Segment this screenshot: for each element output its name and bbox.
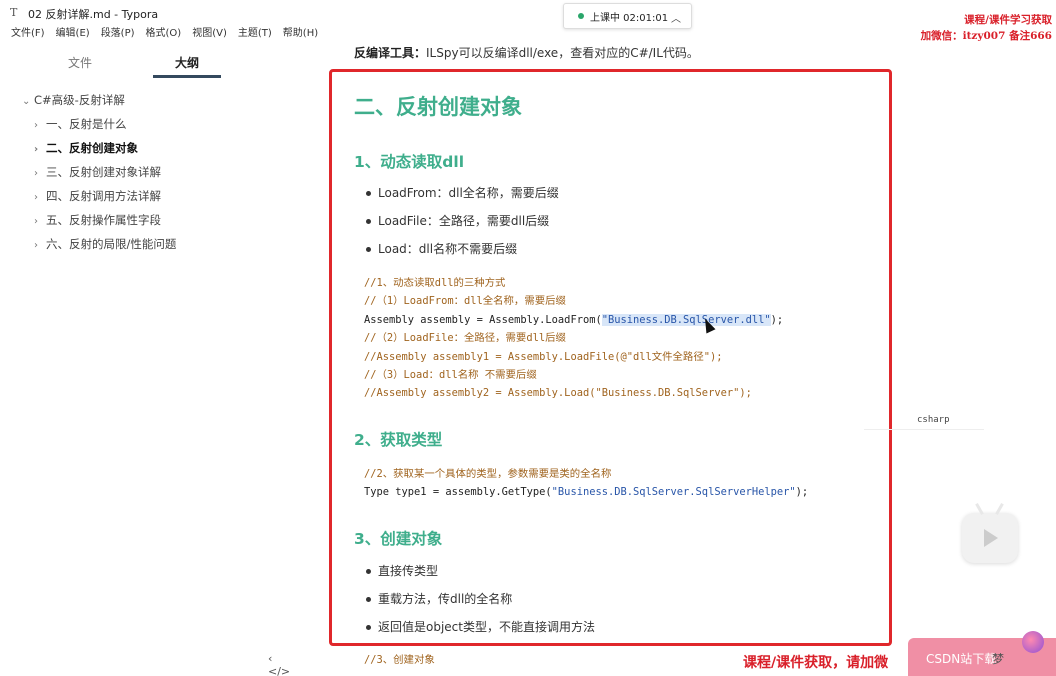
csdn-tail-text: 梦: [992, 652, 1005, 666]
typora-app-icon: T: [10, 6, 18, 19]
bilibili-ear-left: [975, 503, 984, 515]
code-comment: //3、创建对象: [364, 654, 435, 666]
code-comment: //1、动态读取dll的三种方式: [364, 277, 506, 289]
menu-format[interactable]: 格式(O): [146, 26, 182, 44]
code-line: Assembly assembly = Assembly.LoadFrom(: [364, 313, 602, 326]
chevron-right-icon[interactable]: ›: [34, 190, 46, 206]
window-title: 02 反射详解.md - Typora: [28, 8, 159, 21]
code-comment: //（1）LoadFrom：dll全名称，需要后缀: [364, 295, 566, 308]
code-string: "Business.DB.SqlServer.SqlServerHelper": [551, 486, 796, 499]
bilibili-play-widget[interactable]: [962, 503, 1018, 563]
code-comment: //（3）Load：dll名称 不需要后缀: [364, 369, 537, 382]
menu-edit[interactable]: 编辑(E): [56, 26, 90, 44]
outline-item-5[interactable]: › 五、反射操作属性字段: [22, 212, 176, 236]
active-tab-underline: [153, 75, 221, 78]
menu-view[interactable]: 视图(V): [192, 26, 227, 44]
outline-item-1[interactable]: › 一、反射是什么: [22, 116, 176, 140]
sidebar-tabs: 文件 大纲: [0, 46, 300, 78]
chevron-up-icon[interactable]: ︿: [671, 10, 681, 25]
outline-item-root[interactable]: ⌄ C#高级-反射详解: [22, 92, 176, 116]
list-item: 重载方法，传dll的全名称: [366, 591, 595, 619]
code-line: );: [770, 313, 784, 326]
code-lang-divider: [864, 429, 984, 430]
outline-item-label: 二、反射创建对象: [46, 141, 138, 155]
outline-tree: ⌄ C#高级-反射详解 › 一、反射是什么 › 二、反射创建对象 › 三、反射创建对象详…: [22, 92, 176, 260]
outline-item-label: 五、反射操作属性字段: [46, 213, 161, 227]
csdn-download-text[interactable]: CSDN站下载: [926, 650, 996, 667]
list-item: LoadFile：全路径，需要dll后缀: [366, 213, 559, 241]
code-line: Type type1 = assembly.GetType(: [364, 486, 552, 499]
chevron-right-icon[interactable]: ›: [34, 238, 46, 254]
tab-files[interactable]: 文件: [68, 54, 92, 71]
heading-load-dll: 1、动态读取dll: [354, 153, 465, 171]
code-language-label[interactable]: csharp: [917, 415, 950, 425]
intro-paragraph: 反编译工具：ILSpy可以反编译dll/exe，查看对应的C#/IL代码。: [354, 44, 699, 61]
collapse-sidebar-icon[interactable]: ‹: [268, 652, 272, 665]
chevron-right-icon[interactable]: ›: [34, 118, 46, 134]
chevron-right-icon[interactable]: ›: [34, 214, 46, 230]
outline-item-label: 三、反射创建对象详解: [46, 165, 161, 179]
chevron-right-icon[interactable]: ›: [34, 142, 46, 158]
chevron-down-icon[interactable]: ⌄: [22, 94, 34, 110]
menu-paragraph[interactable]: 段落(P): [101, 26, 135, 44]
brain-icon[interactable]: [1022, 631, 1044, 653]
code-comment: //2、获取某一个具体的类型，参数需要是类的全名称: [364, 468, 612, 480]
heading-get-type: 2、获取类型: [354, 431, 443, 449]
list-item: Load：dll名称不需要后缀: [366, 241, 559, 269]
bilibili-ear-right: [995, 503, 1004, 515]
menu-file[interactable]: 文件(F): [11, 26, 45, 44]
code-string: "Business.DB.SqlServer.dll": [601, 313, 771, 326]
live-indicator-dot: [578, 13, 584, 19]
watermark-line-1: 课程/课件学习获取: [964, 14, 1052, 26]
chevron-right-icon[interactable]: ›: [34, 166, 46, 182]
code-block-create[interactable]: //3、创建对象: [364, 651, 435, 669]
title-bar: T 02 反射详解.md - Typora: [0, 0, 1056, 26]
tab-outline[interactable]: 大纲: [175, 54, 199, 71]
menu-theme[interactable]: 主题(T): [238, 26, 272, 44]
section-heading-h2: 二、反射创建对象: [354, 95, 522, 119]
list-item: 直接传类型: [366, 563, 595, 591]
play-icon[interactable]: [984, 529, 998, 547]
live-status-text: 上课中 02:01:01: [590, 12, 669, 24]
menu-help[interactable]: 帮助(H): [283, 26, 318, 44]
outline-item-6[interactable]: › 六、反射的局限/性能问题: [22, 236, 176, 260]
outline-item-label: 一、反射是什么: [46, 117, 127, 131]
outline-item-4[interactable]: › 四、反射调用方法详解: [22, 188, 176, 212]
outline-item-label: 四、反射调用方法详解: [46, 189, 161, 203]
heading-create-object: 3、创建对象: [354, 530, 443, 548]
code-comment: //（2）LoadFile：全路径，需要dll后缀: [364, 332, 566, 345]
list-item: 返回值是object类型，不能直接调用方法: [366, 619, 595, 647]
watermark-bottom: 课程/课件获取，请加微: [743, 655, 889, 671]
outline-item-label: C#高级-反射详解: [34, 93, 125, 107]
outline-item-2-active[interactable]: › 二、反射创建对象: [22, 140, 176, 164]
menu-bar: 文件(F) 编辑(E) 段落(P) 格式(O) 视图(V) 主题(T) 帮助(H…: [0, 26, 329, 44]
code-block-load[interactable]: //1、动态读取dll的三种方式 //（1）LoadFrom：dll全名称，需要…: [364, 274, 783, 403]
code-line: );: [795, 486, 809, 499]
code-block-get-type[interactable]: //2、获取某一个具体的类型，参数需要是类的全名称 Type type1 = a…: [364, 465, 808, 502]
bullet-list-load: LoadFrom：dll全名称，需要后缀 LoadFile：全路径，需要dll后…: [366, 185, 559, 269]
code-comment: //Assembly assembly1 = Assembly.LoadFile…: [364, 350, 723, 363]
live-class-status[interactable]: 上课中 02:01:01 ︿: [563, 3, 692, 29]
code-comment: //Assembly assembly2 = Assembly.Load("Bu…: [364, 387, 752, 400]
bullet-list-create: 直接传类型 重载方法，传dll的全名称 返回值是object类型，不能直接调用方…: [366, 563, 595, 647]
outline-item-label: 六、反射的局限/性能问题: [46, 237, 177, 251]
intro-text: ILSpy可以反编译dll/exe，查看对应的C#/IL代码。: [426, 46, 699, 60]
intro-bold: 反编译工具：: [354, 46, 427, 60]
outline-item-3[interactable]: › 三、反射创建对象详解: [22, 164, 176, 188]
source-code-mode-icon[interactable]: </>: [268, 665, 290, 676]
list-item: LoadFrom：dll全名称，需要后缀: [366, 185, 559, 213]
sidebar-footer: ‹ </>: [268, 652, 330, 676]
sidebar: 文件 大纲 ⌄ C#高级-反射详解 › 一、反射是什么 › 二、反射创建对象 › 三、反…: [0, 46, 330, 676]
